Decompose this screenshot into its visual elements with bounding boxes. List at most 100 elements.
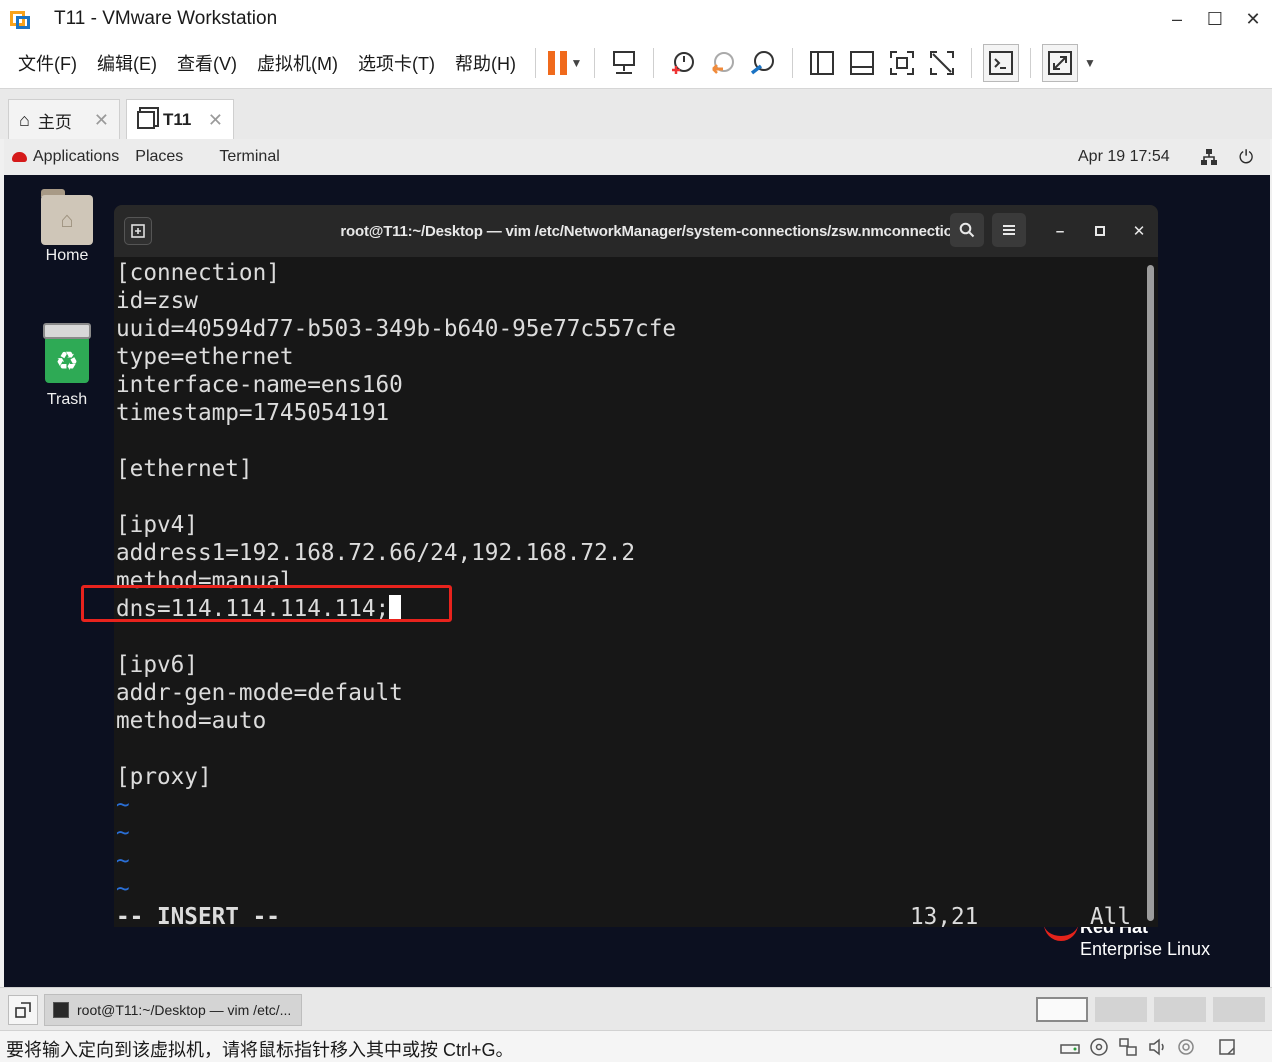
desktop-home[interactable]: ⌂ Home [27, 189, 107, 265]
vim-empty-line: ~ [116, 876, 130, 902]
vim-empty-line: ~ [116, 820, 130, 846]
applications-menu[interactable]: Applications [4, 148, 119, 166]
tab-label: T11 [163, 110, 192, 129]
close-icon[interactable]: ✕ [94, 110, 109, 131]
workspace-4[interactable] [1213, 997, 1265, 1022]
snapshot-manager-button[interactable] [745, 43, 781, 83]
vim-line: [connection] [116, 260, 280, 286]
usb-icon[interactable] [1176, 1037, 1196, 1057]
console-view-button[interactable] [982, 44, 1019, 82]
menu-vm[interactable]: 虚拟机(M) [247, 38, 348, 88]
show-desktop-icon [15, 1002, 31, 1018]
fullscreen-icon [889, 51, 914, 75]
display-icon[interactable] [1217, 1037, 1237, 1057]
terminal-close-button[interactable]: ✕ [1127, 219, 1151, 243]
tab-strip: ⌂ 主页 ✕ T11 ✕ [0, 88, 1272, 140]
menu-tabs[interactable]: 选项卡(T) [348, 38, 445, 88]
tab-label: 主页 [37, 112, 72, 132]
vim-line: [proxy] [116, 764, 212, 790]
cd-drive-icon[interactable] [1089, 1037, 1109, 1057]
vim-line: interface-name=ens160 [116, 372, 403, 398]
workspace-2[interactable] [1095, 997, 1147, 1022]
maximize-icon [1095, 226, 1105, 236]
hard-disk-icon[interactable] [1060, 1037, 1080, 1057]
network-icon[interactable] [1200, 148, 1218, 166]
close-button[interactable]: ✕ [1234, 0, 1272, 38]
clock-revert-icon [712, 52, 734, 74]
pause-icon [547, 51, 567, 75]
show-desktop-button[interactable] [8, 995, 38, 1025]
vim-line: [ethernet] [116, 456, 253, 482]
places-label: Places [135, 148, 184, 165]
chevron-down-icon[interactable]: ▼ [571, 56, 583, 70]
vim-line: type=ethernet [116, 344, 294, 370]
power-icon[interactable]: ⏻ [1239, 147, 1253, 168]
vim-line: uuid=40594d77-b503-349b-b640-95e77c557cf… [116, 316, 677, 342]
no-unity-icon [929, 51, 954, 75]
applications-label: Applications [33, 148, 120, 165]
menu-help[interactable]: 帮助(H) [445, 38, 526, 88]
highlight-annotation [81, 585, 452, 622]
taskbar-terminal-item[interactable]: root@T11:~/Desktop — vim /etc/... [44, 994, 302, 1026]
maximize-button[interactable]: ☐ [1196, 0, 1234, 38]
menu-file[interactable]: 文件(F) [8, 38, 87, 88]
terminal-app-menu[interactable]: Terminal [219, 148, 279, 166]
stretch-icon [1047, 51, 1072, 75]
clock[interactable]: Apr 19 17:54 [1078, 139, 1170, 175]
vm-console[interactable]: Applications Places Terminal Apr 19 17:5… [4, 139, 1270, 987]
desktop-home-label: Home [45, 247, 89, 264]
vim-line: [ipv4] [116, 512, 198, 538]
hamburger-menu-icon [1003, 225, 1015, 235]
vim-line: address1=192.168.72.66/24,192.168.72.2 [116, 540, 636, 566]
redhat-icon [12, 152, 27, 162]
unity-button[interactable] [924, 43, 960, 83]
gnome-top-bar: Applications Places Terminal Apr 19 17:5… [4, 139, 1270, 175]
minimize-button[interactable]: – [1158, 0, 1196, 38]
sidebar-toggle-button[interactable] [804, 43, 840, 83]
close-icon[interactable]: ✕ [208, 110, 223, 131]
fullscreen-button[interactable] [884, 43, 920, 83]
thumbnail-bar-button[interactable] [844, 43, 880, 83]
revert-snapshot-button[interactable] [705, 43, 741, 83]
vim-line: method=auto [116, 708, 267, 734]
terminal-maximize-button[interactable] [1088, 219, 1112, 243]
snapshot-button[interactable] [665, 43, 701, 83]
desktop-trash[interactable]: ♻ Trash [27, 323, 107, 409]
search-icon [959, 222, 975, 238]
desktop-trash-label: Trash [46, 391, 88, 408]
stretch-guest-button[interactable] [1041, 44, 1078, 82]
sidebar-icon [809, 51, 834, 75]
vim-empty-line: ~ [116, 792, 130, 818]
vim-line: timestamp=1745054191 [116, 400, 390, 426]
terminal-menu-button[interactable] [992, 213, 1026, 247]
pause-button[interactable]: ▼ [547, 43, 583, 83]
sound-icon[interactable] [1147, 1037, 1167, 1057]
terminal-window[interactable]: root@T11:~/Desktop — vim /etc/NetworkMan… [114, 205, 1158, 927]
places-menu[interactable]: Places [135, 148, 183, 166]
terminal-icon [988, 51, 1013, 75]
vim-cursor-position: 13,21 [910, 904, 979, 927]
terminal-scrollbar[interactable] [1147, 265, 1154, 921]
vim-line: id=zsw [116, 288, 198, 314]
send-ctrl-alt-del-button[interactable] [606, 43, 642, 83]
bottom-panel-icon [849, 51, 874, 75]
terminal-search-button[interactable] [950, 213, 984, 247]
title-bar: T11 - VMware Workstation – ☐ ✕ [0, 0, 1272, 38]
rhel-logo-line2: Enterprise Linux [1080, 939, 1211, 959]
menu-bar: 文件(F) 编辑(E) 查看(V) 虚拟机(M) 选项卡(T) 帮助(H) ▼ … [0, 38, 1272, 88]
chevron-down-icon[interactable]: ▼ [1084, 56, 1096, 70]
tab-home[interactable]: ⌂ 主页 ✕ [8, 99, 120, 140]
folder-home-icon: ⌂ [41, 189, 93, 245]
network-computer-icon [612, 51, 635, 74]
menu-view[interactable]: 查看(V) [167, 38, 247, 88]
menu-edit[interactable]: 编辑(E) [87, 38, 167, 88]
network-adapter-icon[interactable] [1118, 1037, 1138, 1057]
terminal-header: root@T11:~/Desktop — vim /etc/NetworkMan… [114, 205, 1158, 257]
workspace-3[interactable] [1154, 997, 1206, 1022]
clock-add-icon [671, 52, 694, 74]
terminal-minimize-button[interactable]: – [1048, 219, 1072, 243]
workspace-1[interactable] [1036, 997, 1088, 1022]
tab-t11[interactable]: T11 ✕ [126, 99, 234, 140]
terminal-icon [53, 1002, 69, 1018]
clock-wrench-icon [750, 51, 774, 75]
